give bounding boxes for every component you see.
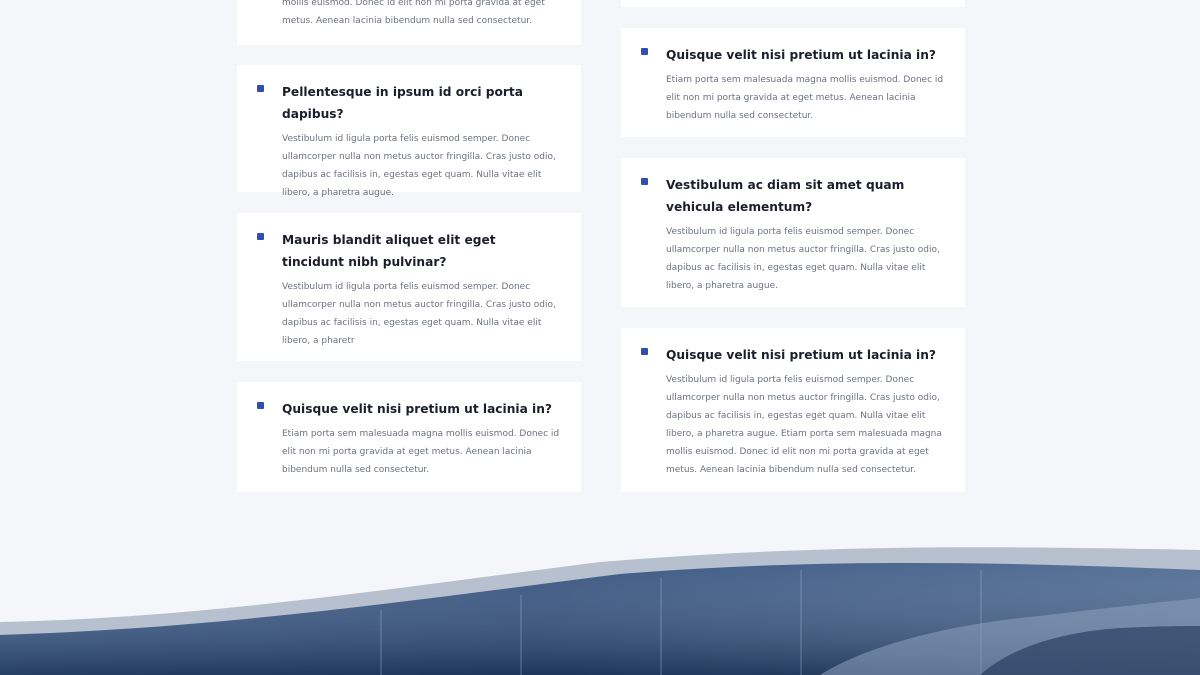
faq-item — [621, 0, 965, 7]
faq-answer: Vestibulum id ligula porta felis euismod… — [666, 227, 940, 291]
faq-answer: mollis euismod. Donec id elit non mi por… — [282, 0, 545, 26]
faq-item[interactable]: Vestibulum ac diam sit amet quam vehicul… — [621, 158, 965, 307]
faq-item[interactable]: Pellentesque in ipsum id orci porta dapi… — [237, 65, 581, 198]
bullet-icon — [641, 348, 648, 355]
faq-item[interactable]: Quisque velit nisi pretium ut lacinia in… — [621, 328, 965, 492]
faq-question[interactable]: Vestibulum ac diam sit amet quam vehicul… — [666, 174, 945, 218]
faq-question[interactable]: Mauris blandit aliquet elit eget tincidu… — [282, 229, 561, 273]
faq-item[interactable]: Mauris blandit aliquet elit eget tincidu… — [237, 213, 581, 361]
faq-answer: Etiam porta sem malesuada magna mollis e… — [666, 75, 944, 121]
faq-answer: Vestibulum id ligula porta felis euismod… — [282, 134, 556, 198]
faq-question[interactable]: Quisque velit nisi pretium ut lacinia in… — [282, 398, 561, 420]
bullet-icon — [641, 178, 648, 185]
faq-question[interactable]: Pellentesque in ipsum id orci porta dapi… — [282, 81, 561, 125]
faq-answer: Etiam porta sem malesuada magna mollis e… — [282, 429, 560, 475]
faq-question[interactable]: Quisque velit nisi pretium ut lacinia in… — [666, 344, 945, 366]
footer-wave-image — [0, 547, 1200, 675]
bullet-icon — [257, 85, 264, 92]
faq-answer: Vestibulum id ligula porta felis euismod… — [282, 282, 556, 346]
faq-answer: Vestibulum id ligula porta felis euismod… — [666, 375, 942, 475]
bullet-icon — [641, 48, 648, 55]
faq-item[interactable]: Quisque velit nisi pretium ut lacinia in… — [237, 382, 581, 492]
faq-question[interactable]: Quisque velit nisi pretium ut lacinia in… — [666, 44, 945, 66]
bullet-icon — [257, 233, 264, 240]
bullet-icon — [257, 402, 264, 409]
faq-item[interactable]: Quisque velit nisi pretium ut lacinia in… — [621, 28, 965, 137]
faq-item: mollis euismod. Donec id elit non mi por… — [237, 0, 581, 45]
